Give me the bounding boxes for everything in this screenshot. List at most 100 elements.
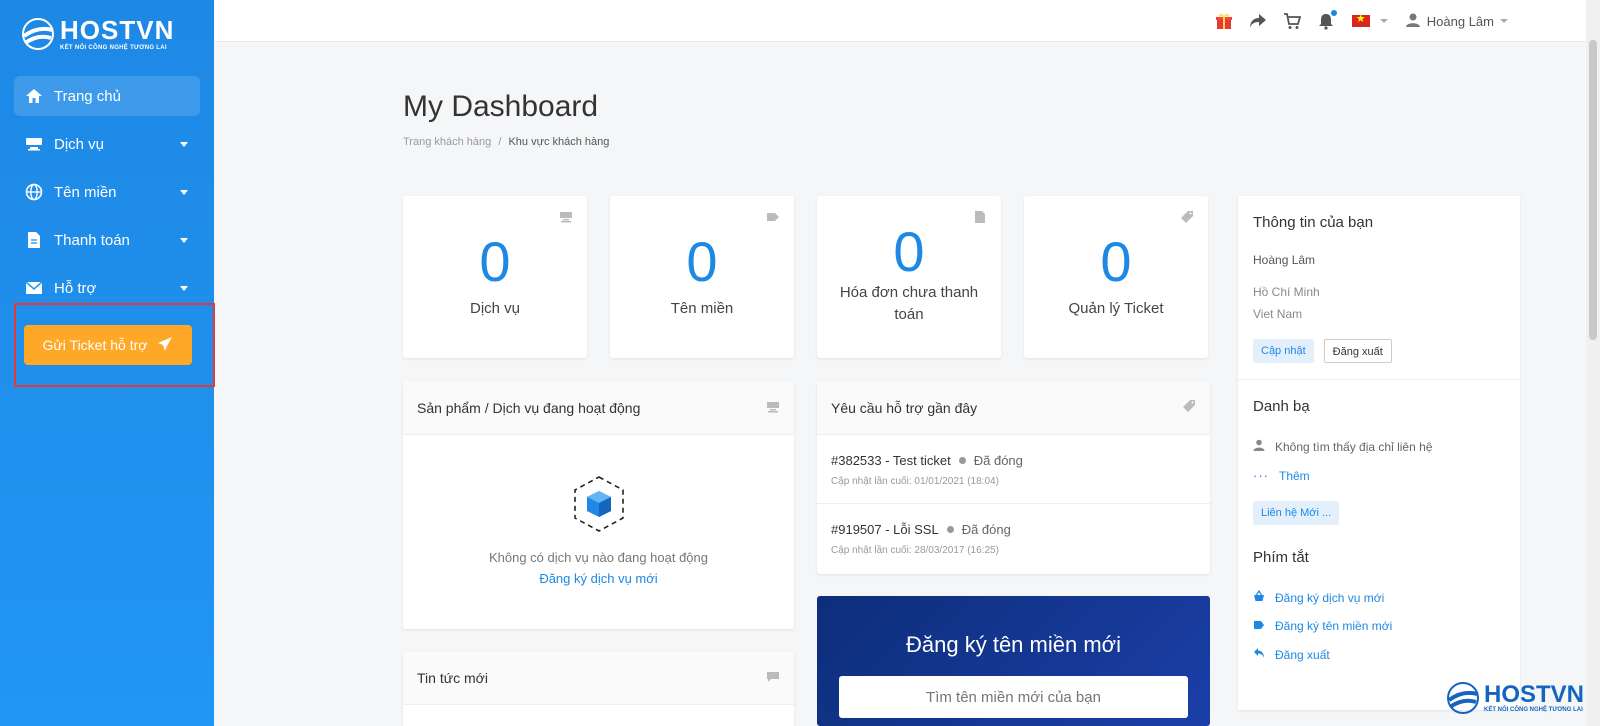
ticket-tag-icon — [1180, 210, 1194, 223]
share-icon[interactable] — [1249, 12, 1267, 30]
section-title: Phím tắt — [1253, 549, 1309, 566]
watermark-logo: HOSTVN KẾT NỐI CÔNG NGHỆ TƯƠNG LAI — [1445, 680, 1584, 716]
ticket-status: Đã đóng — [961, 522, 1011, 537]
sidebar-item-services[interactable]: Dịch vụ — [14, 124, 200, 164]
stat-card-domains[interactable]: 0 Tên miền — [610, 196, 794, 358]
breadcrumb: Trang khách hàng / Khu vực khách hàng — [403, 136, 609, 148]
sidebar-item-home[interactable]: Trang chủ — [14, 76, 200, 116]
server-icon — [24, 134, 44, 154]
user-name: Hoàng Lâm — [1426, 13, 1494, 29]
shortcut-logout[interactable]: Đăng xuất — [1253, 647, 1505, 662]
account-name: Hoàng Lâm — [1253, 253, 1316, 267]
tag-icon — [766, 210, 780, 222]
sidebar-nav: Trang chủ Dịch vụ Tên miền Thanh toán Hỗ… — [14, 76, 200, 316]
basket-icon — [1253, 589, 1265, 605]
sidebar-item-support[interactable]: Hỗ trợ — [14, 268, 200, 308]
user-icon — [1405, 12, 1421, 31]
status-dot-icon — [958, 457, 966, 464]
server-icon — [766, 400, 780, 416]
register-service-link[interactable]: Đăng ký dịch vụ mới — [403, 571, 794, 586]
no-contact-text: Không tìm thấy địa chỉ liên hệ — [1275, 439, 1433, 454]
language-selector[interactable] — [1351, 12, 1389, 30]
ticket-status: Đã đóng — [973, 453, 1023, 468]
stat-card-tickets[interactable]: 0 Quản lý Ticket — [1024, 196, 1208, 358]
ticket-updated: Cập nhật lần cuối: 01/01/2021 (18:04) — [831, 476, 999, 487]
ticket-row[interactable]: #919507 - Lỗi SSL Đã đóng Cập nhật lần c… — [817, 504, 1210, 573]
active-products-panel: Sản phẩm / Dịch vụ đang hoạt động Không … — [403, 381, 794, 629]
breadcrumb-current: Khu vực khách hàng — [508, 136, 610, 148]
document-icon — [973, 210, 987, 223]
more-contacts-link[interactable]: ··· Thêm — [1253, 468, 1505, 483]
send-ticket-button[interactable]: Gửi Ticket hỗ trợ — [24, 325, 192, 365]
stat-value: 0 — [479, 230, 511, 293]
shortcut-register-service[interactable]: Đăng ký dịch vụ mới — [1253, 589, 1505, 605]
watermark-tagline: KẾT NỐI CÔNG NGHỆ TƯƠNG LAI — [1484, 707, 1583, 713]
comment-icon — [766, 670, 780, 686]
document-icon — [24, 230, 44, 250]
globe-logo-icon — [20, 16, 56, 52]
page-title: My Dashboard — [403, 90, 599, 123]
status-dot-icon — [946, 526, 954, 533]
home-icon — [24, 86, 44, 106]
section-title: Danh bạ — [1253, 398, 1310, 415]
empty-text: Không có dịch vụ nào đang hoạt động — [488, 550, 708, 565]
section-title: Thông tin của bạn — [1253, 214, 1374, 231]
notification-dot — [1330, 10, 1337, 16]
stat-value: 0 — [893, 220, 925, 283]
sidebar-item-label: Trang chủ — [54, 87, 121, 105]
stat-label: Hóa đơn chưa thanh toán — [839, 284, 979, 323]
panel-title: Yêu cầu hỗ trợ gần đây — [831, 399, 978, 416]
shortcut-register-domain[interactable]: Đăng ký tên miền mới — [1253, 619, 1505, 633]
recent-tickets-panel: Yêu cầu hỗ trợ gần đây #382533 - Test ti… — [817, 381, 1210, 574]
account-city: Hồ Chí Minh — [1253, 285, 1320, 299]
scrollbar-thumb[interactable] — [1589, 40, 1597, 340]
news-panel: Tin tức mới — [403, 651, 794, 726]
account-country: Viet Nam — [1253, 307, 1303, 321]
ellipsis-icon: ··· — [1253, 468, 1269, 483]
shortcut-label: Đăng xuất — [1275, 647, 1330, 662]
vietnam-flag-icon — [1351, 12, 1370, 27]
ticket-tag-icon — [1182, 399, 1196, 416]
watermark-globe-icon — [1447, 682, 1479, 714]
brand-tagline: KẾT NỐI CÔNG NGHỆ TƯƠNG LAI — [60, 45, 167, 51]
user-menu[interactable]: Hoàng Lâm — [1405, 12, 1508, 31]
panel-title: Sản phẩm / Dịch vụ đang hoạt động — [417, 399, 641, 416]
logout-button[interactable]: Đăng xuất — [1323, 339, 1392, 363]
domain-search-banner: Đăng ký tên miền mới — [817, 596, 1210, 726]
page-scrollbar[interactable] — [1586, 0, 1600, 726]
stat-label: Tên miền — [670, 300, 734, 317]
gift-icon[interactable] — [1215, 12, 1233, 30]
shortcut-label: Đăng ký tên miền mới — [1275, 619, 1393, 633]
tag-icon — [1253, 619, 1265, 633]
domain-search-input[interactable] — [839, 676, 1188, 718]
cart-icon[interactable] — [1283, 12, 1301, 30]
sidebar-item-label: Thanh toán — [54, 231, 130, 249]
update-profile-button[interactable]: Cập nhật — [1253, 339, 1314, 363]
stat-label: Dịch vụ — [469, 300, 521, 317]
stat-value: 0 — [1100, 230, 1132, 293]
cube-icon — [571, 476, 627, 537]
mail-icon — [24, 278, 44, 298]
new-contact-button[interactable]: Liên hệ Mới ... — [1253, 501, 1340, 525]
breadcrumb-root[interactable]: Trang khách hàng — [403, 136, 491, 148]
sidebar-item-label: Dịch vụ — [54, 135, 105, 153]
sidebar-item-billing[interactable]: Thanh toán — [14, 220, 200, 260]
bell-icon[interactable] — [1317, 10, 1337, 30]
ticket-row[interactable]: #382533 - Test ticket Đã đóng Cập nhật l… — [817, 435, 1210, 504]
brand-logo[interactable]: HOSTVN KẾT NỐI CÔNG NGHỆ TƯƠNG LAI — [20, 16, 174, 52]
panel-title: Tin tức mới — [417, 669, 488, 686]
sidebar-item-label: Tên miền — [54, 183, 117, 201]
ticket-highlight-box: Gửi Ticket hỗ trợ — [14, 303, 215, 387]
domain-search-title: Đăng ký tên miền mới — [906, 632, 1121, 657]
ticket-title: #919507 - Lỗi SSL — [831, 522, 939, 537]
stat-card-services[interactable]: 0 Dịch vụ — [403, 196, 587, 358]
sidebar-item-domains[interactable]: Tên miền — [14, 172, 200, 212]
stat-card-invoices[interactable]: 0 Hóa đơn chưa thanh toán — [817, 196, 1001, 358]
empty-state: Không có dịch vụ nào đang hoạt động Đăng… — [403, 435, 794, 586]
user-icon — [1253, 439, 1265, 454]
stat-value: 0 — [686, 230, 718, 293]
top-bar: Hoàng Lâm — [214, 0, 1600, 42]
sidebar: HOSTVN KẾT NỐI CÔNG NGHỆ TƯƠNG LAI Trang… — [0, 0, 215, 726]
chevron-down-icon — [180, 237, 188, 243]
globe-icon — [24, 182, 44, 202]
